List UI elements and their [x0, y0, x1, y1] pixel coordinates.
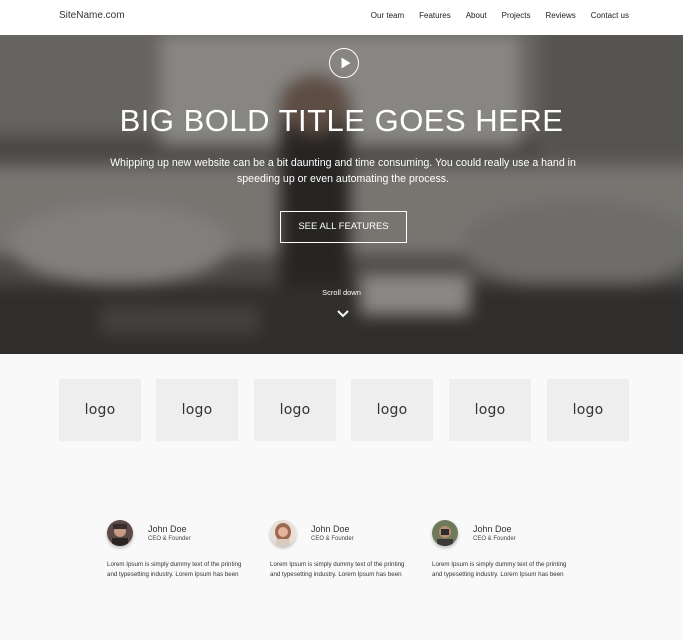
chevron-down-icon[interactable]: [336, 309, 350, 319]
nav-item-features[interactable]: Features: [419, 11, 451, 20]
client-logo: logo: [351, 379, 433, 441]
avatar: [432, 520, 458, 546]
play-button[interactable]: [329, 48, 359, 78]
member-name: John Doe: [311, 524, 350, 534]
client-logo: logo: [254, 379, 336, 441]
nav-item-contact-us[interactable]: Contact us: [591, 11, 629, 20]
site-name-link[interactable]: SiteName.com: [59, 10, 125, 21]
nav-item-our-team[interactable]: Our team: [371, 11, 404, 20]
hero-title: BIG BOLD TITLE GOES HERE: [119, 103, 564, 138]
client-logo: logo: [449, 379, 531, 441]
see-all-features-button[interactable]: SEE ALL FEATURES: [280, 211, 407, 243]
member-name: John Doe: [473, 524, 512, 534]
nav-item-about[interactable]: About: [466, 11, 487, 20]
client-logo: logo: [59, 379, 141, 441]
play-icon: [341, 57, 351, 69]
logos-section: logo logo logo logo logo logo: [0, 354, 683, 640]
member-role: CEO & Founder: [473, 536, 516, 542]
member-role: CEO & Founder: [311, 536, 354, 542]
hero-subtitle: Whipping up new website can be a bit dau…: [110, 157, 576, 185]
hero-overlay: [0, 35, 683, 354]
hero-section: BIG BOLD TITLE GOES HERE Whipping up new…: [0, 35, 683, 354]
nav-item-projects[interactable]: Projects: [502, 11, 531, 20]
site-header: SiteName.com Our team Features About Pro…: [0, 0, 683, 35]
member-role: CEO & Founder: [148, 536, 191, 542]
main-nav: Our team Features About Projects Reviews…: [356, 11, 629, 20]
nav-item-reviews[interactable]: Reviews: [546, 11, 576, 20]
member-name: John Doe: [148, 524, 187, 534]
member-bio: Lorem Ipsum is simply dummy text of the …: [432, 561, 567, 578]
avatar: [270, 520, 296, 546]
scroll-down-label: Scroll down: [322, 288, 361, 297]
client-logo: logo: [547, 379, 629, 441]
avatar: [107, 520, 133, 546]
client-logo: logo: [156, 379, 238, 441]
member-bio: Lorem Ipsum is simply dummy text of the …: [270, 561, 405, 578]
member-bio: Lorem Ipsum is simply dummy text of the …: [107, 561, 242, 578]
